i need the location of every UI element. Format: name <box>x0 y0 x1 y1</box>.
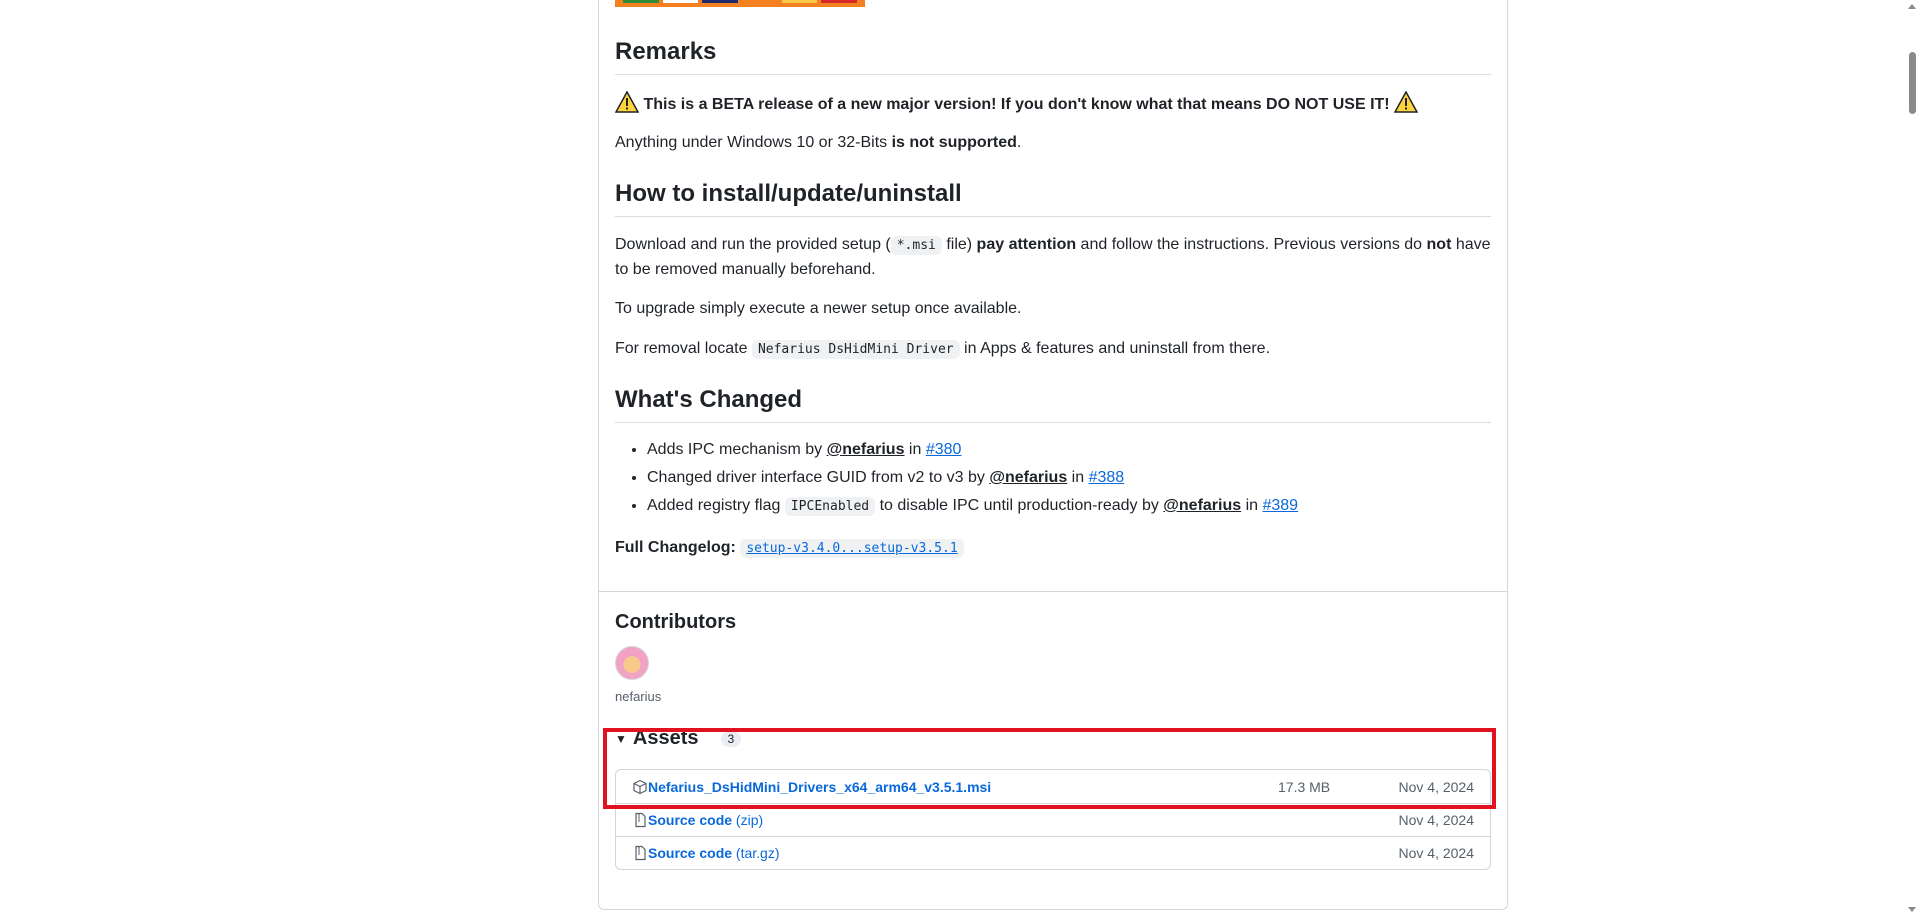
pr-link[interactable]: #389 <box>1262 497 1298 514</box>
asset-date: Nov 4, 2024 <box>1398 778 1475 795</box>
source-zip-link[interactable]: Source code (zip) <box>648 812 763 828</box>
changelog-label: Full Changelog: <box>615 539 736 556</box>
removal-text: For removal locate <box>615 340 752 357</box>
changes-list: Adds IPC mechanism by @nefarius in #380 … <box>615 438 1491 523</box>
install-paragraph: Download and run the provided setup (*.m… <box>615 233 1491 282</box>
warning-icon <box>1394 91 1419 113</box>
user-link[interactable]: @nefarius <box>827 441 905 458</box>
asset-name[interactable]: Nefarius_DsHidMini_Drivers_x64_arm64_v3.… <box>648 779 991 795</box>
install-bold: pay attention <box>976 236 1077 253</box>
release-card: Remarks This is a BETA release of a new … <box>598 0 1508 910</box>
assets-toggle[interactable]: ▼ Assets 3 <box>615 727 742 750</box>
driver-name-code: Nefarius DsHidMini Driver <box>751 340 960 359</box>
file-zip-icon <box>635 845 646 861</box>
avatar[interactable] <box>615 646 649 680</box>
asset-date: Nov 4, 2024 <box>1398 812 1475 828</box>
install-heading: How to install/update/uninstall <box>615 180 1491 217</box>
assets-list: Nefarius_DsHidMini_Drivers_x64_arm64_v3.… <box>615 769 1491 870</box>
user-link[interactable]: @nefarius <box>1163 497 1241 514</box>
scrollbar[interactable] <box>1905 0 1920 916</box>
assets-count-badge: 3 <box>720 730 742 747</box>
upgrade-paragraph: To upgrade simply execute a newer setup … <box>615 300 1022 317</box>
scroll-down-arrow-icon[interactable] <box>1908 907 1916 912</box>
asset-size: 17.3 MB <box>1278 778 1331 795</box>
change-in: in <box>904 441 926 458</box>
pr-link[interactable]: #388 <box>1089 469 1125 486</box>
asset-row: Nefarius_DsHidMini_Drivers_x64_arm64_v3.… <box>616 770 1490 803</box>
assets-heading: Assets <box>632 727 699 749</box>
scrollbar-thumb[interactable] <box>1909 52 1916 114</box>
source-targz-link[interactable]: Source code (tar.gz) <box>648 845 780 861</box>
contributors-heading: Contributors <box>615 611 737 633</box>
support-note-bold: is not supported <box>891 134 1017 151</box>
scroll-up-arrow-icon[interactable] <box>1908 4 1916 9</box>
install-not: not <box>1426 236 1452 253</box>
list-item: Changed driver interface GUID from v2 to… <box>647 466 1491 490</box>
change-text: to disable IPC until production-ready by <box>875 497 1164 514</box>
beta-warning: This is a BETA release of a new major ve… <box>615 91 1491 117</box>
install-text: file) <box>941 236 977 253</box>
install-text: Download and run the provided setup ( <box>615 236 891 253</box>
change-text: Added registry flag <box>647 497 785 514</box>
beta-warning-text: This is a BETA release of a new major ve… <box>643 96 1390 113</box>
asset-row: Source code (tar.gz) Nov 4, 2024 <box>616 836 1490 869</box>
triangle-down-icon: ▼ <box>615 731 627 746</box>
asset-download-link[interactable]: Nefarius_DsHidMini_Drivers_x64_arm64_v3.… <box>648 779 991 795</box>
changelog-link-text[interactable]: setup-v3.4.0...setup-v3.5.1 <box>746 541 957 556</box>
user-link[interactable]: @nefarius <box>989 469 1067 486</box>
whats-changed-heading: What's Changed <box>615 386 1491 423</box>
remarks-heading: Remarks <box>615 38 1491 75</box>
support-note-text: Anything under Windows 10 or 32-Bits <box>615 134 892 151</box>
removal-paragraph: For removal locate Nefarius DsHidMini Dr… <box>615 337 1491 362</box>
list-item: Adds IPC mechanism by @nefarius in #380 <box>647 438 1491 462</box>
msi-code: *.msi <box>890 236 942 255</box>
change-in: in <box>1067 469 1089 486</box>
asset-name[interactable]: Source code <box>648 812 732 828</box>
ipc-flag-code: IPCEnabled <box>784 497 876 516</box>
warning-icon <box>615 91 639 113</box>
language-flags-image <box>615 0 865 7</box>
removal-text: in Apps & features and uninstall from th… <box>959 340 1271 357</box>
install-text: and follow the instructions. Previous ve… <box>1076 236 1427 253</box>
asset-ext[interactable]: (tar.gz) <box>732 845 780 861</box>
change-in: in <box>1241 497 1263 514</box>
change-text: Adds IPC mechanism by <box>647 441 827 458</box>
changelog-link[interactable]: setup-v3.4.0...setup-v3.5.1 <box>740 539 964 558</box>
asset-row: Source code (zip) Nov 4, 2024 <box>616 803 1490 836</box>
contributor-name[interactable]: nefarius <box>615 689 661 704</box>
support-note: Anything under Windows 10 or 32-Bits is … <box>615 131 1491 155</box>
list-item: Added registry flag IPCEnabled to disabl… <box>647 494 1491 519</box>
change-text: Changed driver interface GUID from v2 to… <box>647 469 990 486</box>
asset-ext[interactable]: (zip) <box>732 812 763 828</box>
asset-date: Nov 4, 2024 <box>1398 845 1475 861</box>
divider <box>599 591 1507 592</box>
package-icon <box>633 779 647 794</box>
support-note-period: . <box>1016 134 1022 151</box>
full-changelog: Full Changelog: setup-v3.4.0...setup-v3.… <box>615 536 1491 561</box>
pr-link[interactable]: #380 <box>926 441 962 458</box>
asset-name[interactable]: Source code <box>648 845 732 861</box>
file-zip-icon <box>635 812 646 828</box>
